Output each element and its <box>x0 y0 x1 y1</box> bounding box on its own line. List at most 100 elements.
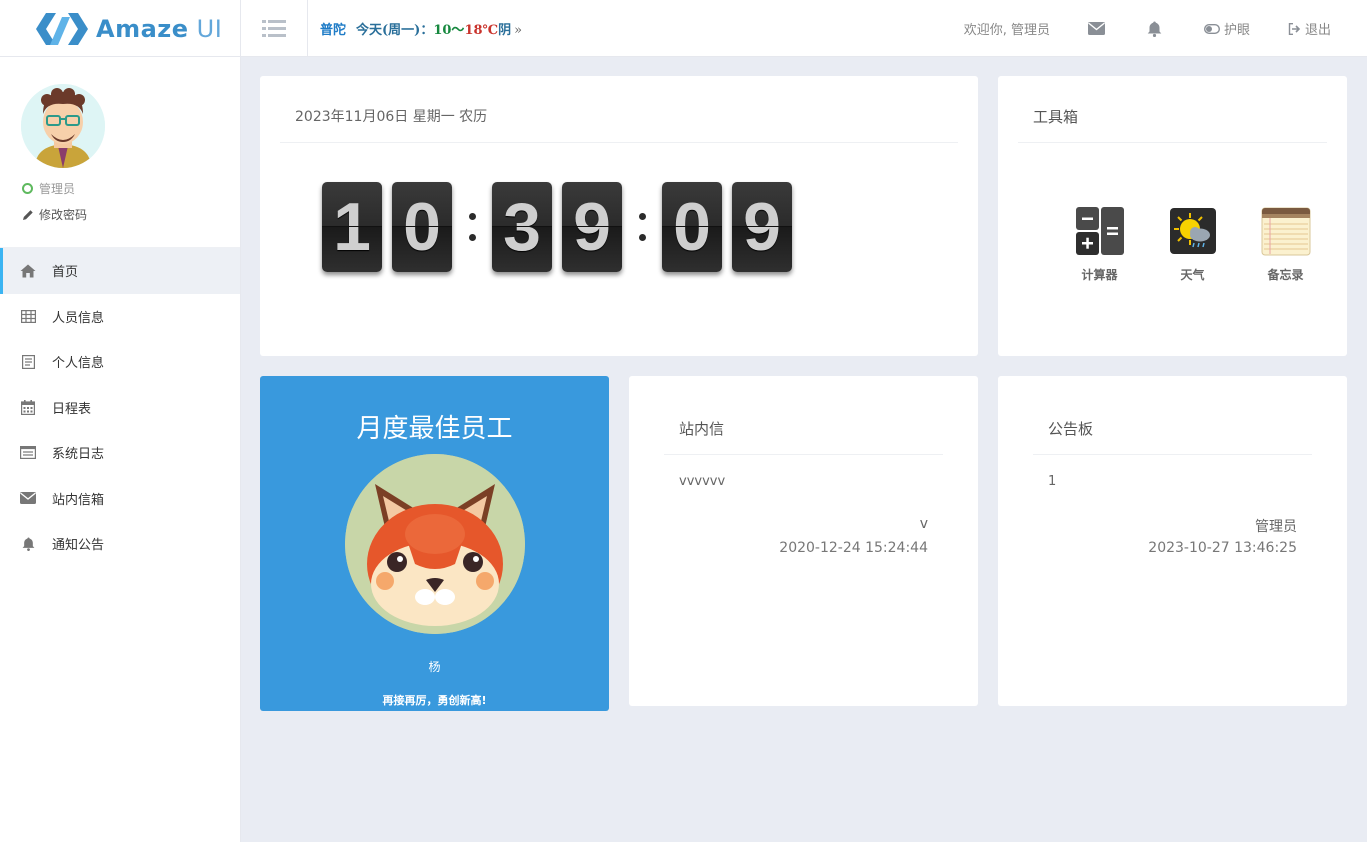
toolbox-title: 工具箱 <box>1033 108 1079 126</box>
change-password-label: 修改密码 <box>39 208 88 222</box>
sidebar-item-home[interactable]: 首页 <box>0 248 240 294</box>
minute-ones-digit: 9 <box>562 182 622 272</box>
top-header: Amaze UI 普陀 今天(周一)：10～18℃阴» 欢迎你, 管理员 护眼 退… <box>0 0 1367 57</box>
user-status: 管理员 <box>22 180 75 197</box>
weather-ticker[interactable]: 普陀 今天(周一)：10～18℃阴» <box>320 19 522 38</box>
calculator-label: 计算器 <box>1081 268 1118 282</box>
amaze-logo-icon <box>36 12 88 45</box>
sidebar: 管理员 修改密码 首页 人员信息 个人信息 日程表 系统日志 站内信箱 通知公告 <box>0 57 241 842</box>
weather-temp-low: 10 <box>433 23 452 38</box>
sidebar-nav: 首页 人员信息 个人信息 日程表 系统日志 站内信箱 通知公告 <box>0 247 240 567</box>
employee-photo <box>345 454 525 634</box>
employee-motto: 再接再厉，勇创新高! <box>382 694 487 707</box>
messages-button[interactable] <box>1087 22 1109 35</box>
notice-sender: 管理员 <box>1255 519 1297 535</box>
flip-clock: 1 0 3 9 0 9 <box>322 182 802 272</box>
sidebar-item-label: 日程表 <box>52 401 92 417</box>
logout-button[interactable]: 退出 <box>1288 19 1331 38</box>
toggle-icon <box>1203 23 1220 34</box>
sidebar-item-label: 人员信息 <box>52 310 105 326</box>
log-icon <box>20 445 36 461</box>
calculator-icon <box>1075 206 1125 256</box>
notice-board-panel: 公告板 1 管理员 2023-10-27 13:46:25 <box>998 376 1347 706</box>
weather-temp-sep: ～ <box>451 23 465 38</box>
logout-label: 退出 <box>1304 23 1331 38</box>
pencil-icon <box>23 209 33 220</box>
envelope-icon <box>1087 22 1105 35</box>
weather-today: 今天(周一)： <box>356 23 434 38</box>
avatar-image <box>21 84 105 168</box>
message-body[interactable]: vvvvvv <box>679 474 725 489</box>
clock-colon <box>462 182 482 272</box>
weather-tool[interactable]: 天气 <box>1146 206 1239 283</box>
employee-of-month-panel: 月度最佳员工 杨 再接再厉，勇创新高! <box>260 376 609 711</box>
eye-care-toggle[interactable]: 护眼 <box>1203 19 1250 38</box>
notepad-tool[interactable]: 备忘录 <box>1239 206 1332 283</box>
logo[interactable]: Amaze UI <box>0 0 241 57</box>
list-menu-icon <box>262 20 286 37</box>
toolbox-panel: 工具箱 计算器 天气 备忘录 <box>998 76 1347 356</box>
header-actions: 欢迎你, 管理员 护眼 退出 <box>964 0 1367 57</box>
weather-more-icon[interactable]: » <box>514 23 522 38</box>
logo-text: Amaze UI <box>96 14 223 43</box>
inbox-panel: 站内信 vvvvvv v 2020-12-24 15:24:44 <box>629 376 978 706</box>
profile-card-icon <box>20 354 36 370</box>
employee-name: 杨 <box>428 660 441 674</box>
hour-tens-digit: 1 <box>322 182 382 272</box>
date-line: 2023年11月06日 星期一 农历 <box>295 109 488 125</box>
notifications-button[interactable] <box>1147 21 1166 37</box>
second-ones-digit: 9 <box>732 182 792 272</box>
change-password-link[interactable]: 修改密码 <box>22 206 87 223</box>
admin-avatar[interactable] <box>21 84 105 168</box>
divider <box>664 454 943 455</box>
sidebar-item-schedule[interactable]: 日程表 <box>0 385 240 431</box>
weather-icon <box>1168 206 1218 256</box>
sidebar-item-label: 系统日志 <box>52 447 105 463</box>
welcome-text: 欢迎你, 管理员 <box>963 23 1050 38</box>
sidebar-item-notices[interactable]: 通知公告 <box>0 521 240 567</box>
sidebar-item-label: 通知公告 <box>52 538 105 554</box>
divider <box>280 142 958 143</box>
calendar-icon <box>20 399 36 415</box>
weather-label: 天气 <box>1180 268 1205 282</box>
weather-unit: ℃ <box>482 23 499 38</box>
weather-condition: 阴 <box>498 23 512 38</box>
clock-panel: 2023年11月06日 星期一 农历 1 0 3 9 0 9 <box>260 76 978 356</box>
weather-temp-high: 18 <box>464 23 483 38</box>
bell-icon <box>20 536 36 552</box>
menu-toggle-button[interactable] <box>241 0 308 57</box>
welcome-user[interactable]: 欢迎你, 管理员 <box>964 19 1050 38</box>
notepad-label: 备忘录 <box>1267 268 1304 282</box>
notice-title: 公告板 <box>1048 420 1094 438</box>
sidebar-item-inbox[interactable]: 站内信箱 <box>0 476 240 522</box>
bell-icon <box>1147 21 1162 37</box>
employee-title: 月度最佳员工 <box>356 414 513 444</box>
sidebar-item-label: 个人信息 <box>52 356 105 372</box>
tools-row: 计算器 天气 备忘录 <box>1053 206 1332 283</box>
fox-avatar-image <box>345 454 525 634</box>
sidebar-item-system-log[interactable]: 系统日志 <box>0 430 240 476</box>
divider <box>1033 454 1312 455</box>
weather-city: 普陀 <box>320 23 347 38</box>
message-time: 2020-12-24 15:24:44 <box>779 540 928 556</box>
notepad-icon <box>1261 206 1311 256</box>
second-tens-digit: 0 <box>662 182 722 272</box>
inbox-title: 站内信 <box>679 420 725 438</box>
online-status-icon <box>22 183 33 194</box>
sign-out-icon <box>1288 22 1301 35</box>
home-icon <box>20 263 36 279</box>
sidebar-item-label: 首页 <box>52 265 79 281</box>
notice-time: 2023-10-27 13:46:25 <box>1148 540 1297 556</box>
hour-ones-digit: 0 <box>392 182 452 272</box>
table-icon <box>20 308 36 324</box>
sidebar-item-personal-info[interactable]: 个人信息 <box>0 339 240 385</box>
sidebar-item-label: 站内信箱 <box>52 492 105 508</box>
eye-care-label: 护眼 <box>1223 23 1250 38</box>
calculator-tool[interactable]: 计算器 <box>1053 206 1146 283</box>
user-role: 管理员 <box>39 182 76 196</box>
notice-body[interactable]: 1 <box>1048 474 1056 489</box>
clock-colon <box>632 182 652 272</box>
sidebar-item-staff-info[interactable]: 人员信息 <box>0 294 240 340</box>
message-sender: v <box>919 516 928 532</box>
divider <box>1018 142 1327 143</box>
